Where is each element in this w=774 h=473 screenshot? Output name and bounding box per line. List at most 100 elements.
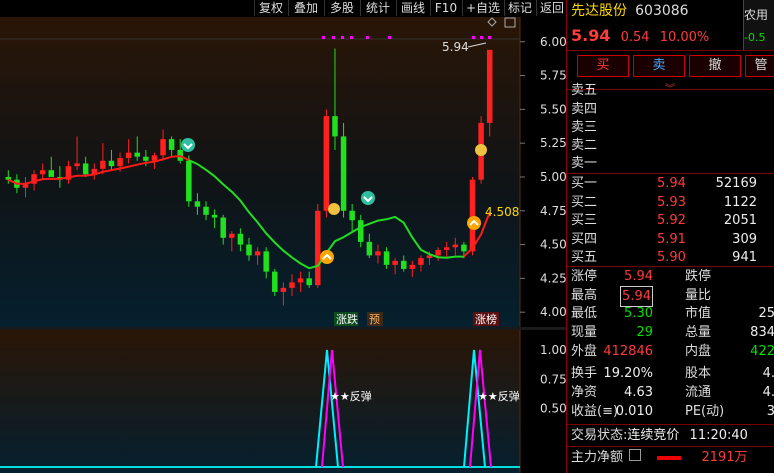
price-tick-label: 4.00 [540, 305, 566, 319]
candle-body [435, 249, 441, 256]
ma-value-label: 4.508 [485, 205, 519, 219]
f10-button[interactable]: F10 [430, 0, 461, 16]
draw-line-button[interactable]: 画线 [396, 0, 429, 16]
stat-row: 换手 19.20% 股本 4. [571, 364, 774, 383]
stat-value: 0.010 [615, 404, 653, 419]
multi-stock-button[interactable]: 多股 [324, 0, 359, 16]
net-flow-value: 2191万 [701, 450, 748, 465]
candle-body [280, 287, 287, 292]
stat-row: 最低 5.30 市值 25 [571, 304, 774, 323]
stat-value-right: 422 [750, 344, 774, 359]
price-tick-label: 6.00 [540, 35, 566, 49]
candle-body [366, 241, 373, 256]
bid-price: 5.94 [657, 176, 686, 191]
candle-body [229, 233, 235, 238]
bid-volume: 309 [732, 231, 757, 247]
trade-status-time: 11:20:40 [689, 428, 748, 443]
info-icon[interactable] [629, 449, 642, 461]
money-bag-icon-2 [475, 144, 487, 156]
sector-tab[interactable]: 农用 -0.5 [743, 0, 774, 50]
rebound-label-1: ★★反弹 [330, 389, 372, 403]
price-change-pct: 10.00% [659, 30, 710, 45]
stat-label: 外盘 [571, 344, 598, 359]
statistics-button[interactable]: 统计 [360, 0, 395, 16]
indicator-tick-label: 0.50 [540, 402, 566, 416]
sector-tab-value: -0.5 [744, 31, 766, 44]
stat-row: 现量 29 总量 834 [571, 323, 774, 342]
stock-code: 603086 [635, 3, 689, 19]
sell-button[interactable]: 卖 [633, 55, 685, 77]
stat-value: 5.94 [624, 269, 653, 284]
overlay-button[interactable]: 叠加 [288, 0, 323, 16]
stock-header: 先达股份 603086 [571, 2, 689, 21]
ask-level-5: 卖五 [571, 83, 598, 98]
candle-body [306, 278, 312, 286]
price-tick-label: 5.50 [540, 102, 566, 116]
bid-label: 买五 [571, 250, 598, 265]
net-flow-row: 主力净额 2191万 [571, 448, 748, 467]
stat-label: 涨停 [571, 269, 598, 284]
stat-row: 净资 4.63 流通 4. [571, 383, 774, 402]
price-tick-label: 4.25 [540, 271, 566, 285]
buy-button[interactable]: 买 [577, 55, 629, 77]
chart-toolbar: 复权 叠加 多股 统计 画线 F10 +自选 标记 返回 [0, 0, 566, 17]
add-favorite-button[interactable]: +自选 [462, 0, 503, 16]
price-tick-label: 4.75 [540, 204, 566, 218]
candlestick-chart[interactable]: 6.00 5.75 5.50 5.25 5.00 4.75 4.50 4.25 4.00 5.9… [0, 17, 566, 327]
candle-body [383, 251, 390, 265]
restore-rights-button[interactable]: 复权 [254, 0, 287, 16]
chart-background [0, 17, 520, 327]
bid-row: 买五 5.90 941 [571, 248, 771, 267]
candle-body [443, 247, 450, 250]
candle-body [211, 214, 218, 218]
bid-volume: 2051 [723, 213, 757, 228]
bid-volume: 941 [732, 250, 757, 265]
mark-button[interactable]: 标记 [504, 0, 535, 16]
stat-row: 涨停 5.94 跌停 [571, 267, 774, 286]
price-tick-label: 5.75 [540, 69, 566, 83]
price-row: 5.94 0.54 10.00% [571, 26, 709, 45]
bid-label: 买二 [571, 194, 598, 210]
candle-body [143, 156, 149, 161]
ask-level-4: 卖四 [571, 102, 598, 117]
stat-label-right: 总量 [685, 325, 712, 340]
cancel-order-button[interactable]: 撤 [689, 55, 741, 77]
indicator-chart[interactable]: ★★反弹 ★★反弹 1.00 0.75 0.50 [0, 330, 566, 473]
ask-level-1: 卖一 [571, 156, 598, 171]
candle-body [297, 278, 304, 283]
price-tick-label: 5.00 [540, 170, 566, 184]
candle-body [237, 233, 244, 245]
bid-volume: 52169 [715, 176, 757, 191]
stat-value-right: 25 [758, 306, 774, 321]
collapse-chevron-icon[interactable]: ︾ [665, 80, 675, 95]
candle-body [186, 160, 192, 202]
ask-level-3: 卖三 [571, 120, 598, 135]
price-axis: 6.00 5.75 5.50 5.25 5.00 4.75 4.50 4.25 4.00 [520, 35, 566, 319]
sector-tab-label: 农用 [744, 8, 769, 22]
bid-label: 买一 [571, 176, 598, 191]
bid-row: 买二 5.93 1122 [571, 193, 771, 212]
indicator-axis: 1.00 0.75 0.50 [540, 343, 566, 416]
candle-body [263, 251, 269, 272]
candle-body [289, 282, 295, 288]
candle-body [400, 260, 407, 269]
stat-label-right: PE(动) [685, 404, 725, 419]
manage-button[interactable]: 管 [745, 55, 774, 77]
stat-value: 19.20% [603, 366, 653, 381]
price-tick-label: 5.25 [540, 136, 566, 150]
candle-body [220, 217, 226, 238]
candle-body [409, 264, 416, 269]
stat-row: 最高 5.94 量比 [571, 286, 774, 307]
candle-body [39, 170, 46, 175]
price-tick-label: 4.50 [540, 238, 566, 252]
candle-body [108, 160, 115, 167]
indicator-tick-label: 0.75 [540, 372, 566, 386]
stat-label-right: 股本 [685, 366, 712, 381]
stat-label-right: 量比 [685, 288, 712, 303]
stat-label: 净资 [571, 385, 598, 400]
candle-body [160, 139, 166, 156]
stat-label-right: 流通 [685, 385, 712, 400]
candle-body [461, 244, 467, 252]
indicator-background [0, 330, 520, 473]
back-button[interactable]: 返回 [536, 0, 567, 16]
